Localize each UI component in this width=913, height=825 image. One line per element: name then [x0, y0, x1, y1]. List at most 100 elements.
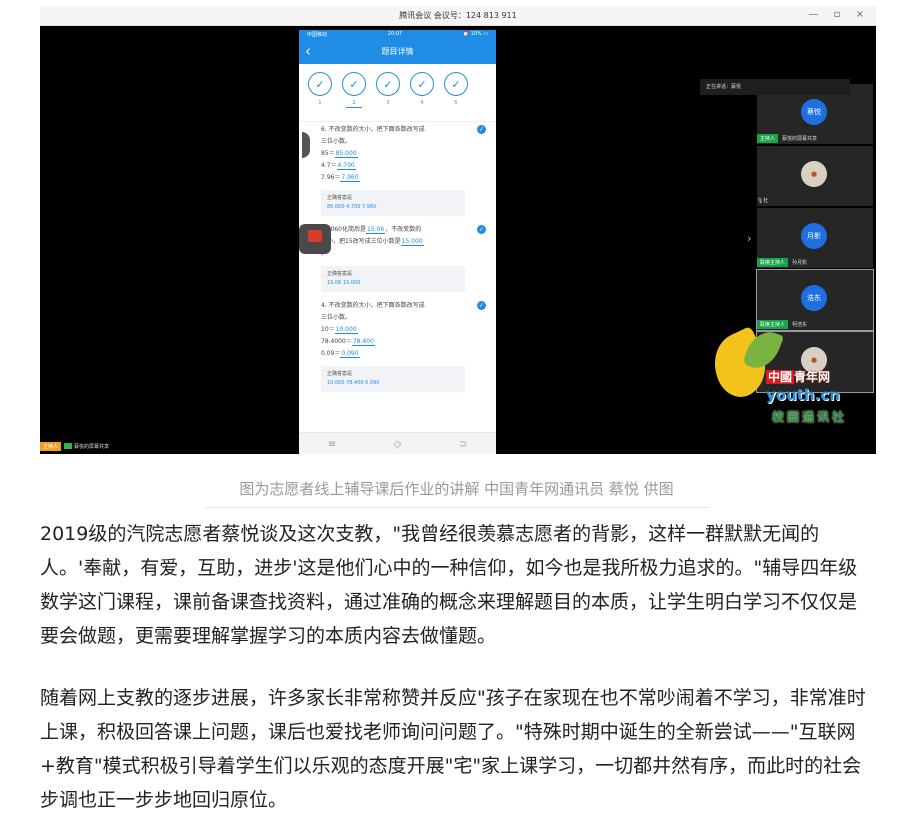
- question-item: ✓ 15.060化简后是15.06，不改变数的 大小，把15改写成三位小数是15.0…: [321, 224, 486, 292]
- avatar: 浩东: [801, 285, 827, 311]
- participant-tile[interactable]: ● 🎙 杜: [757, 146, 873, 206]
- answer-value: 85.000 4.700 7.960: [327, 204, 377, 210]
- question-text: 78.4000＝: [321, 338, 352, 345]
- answer-value: 15.06 15.000: [327, 280, 361, 286]
- step-item[interactable]: ✓ 1: [307, 72, 333, 121]
- watermark-url: youth.cn: [766, 386, 840, 404]
- step-number: 3: [386, 100, 390, 106]
- step-number: 4: [420, 100, 424, 106]
- caption-divider: [205, 507, 708, 508]
- participant-name: 蔡悦的屏幕共享: [782, 136, 818, 142]
- youth-cn-watermark: 中國 青年网 youth.cn 校园通讯社: [703, 324, 876, 434]
- window-titlebar: 腾讯会议 会议号：124 813 911 — ▫ ×: [40, 6, 876, 26]
- step-number: 1: [318, 100, 322, 106]
- question-list: ✓ 6. 不改变数的大小，把下面各数改写成 三位小数。 85＝85.000 4.7＝4.…: [299, 122, 496, 427]
- question-line: 大小，把15改写成三位小数是15.000: [321, 236, 470, 248]
- window-title: 腾讯会议 会议号：124 813 911: [399, 11, 517, 20]
- participant-label: 主持人 蔡悦的屏幕共享: [757, 133, 873, 144]
- question-text: ，不改变数的: [385, 226, 422, 233]
- answer-label: 正确答案是: [327, 371, 353, 377]
- question-line: 0.09＝0.090: [321, 348, 470, 360]
- step-item[interactable]: ✓ 4: [409, 72, 435, 121]
- question-text: 4.7＝: [321, 162, 337, 169]
- article-paragraph: 随着网上支教的逐步进展，许多家长非常称赞并反应"孩子在家现在也不常吵闹着不学习，…: [40, 687, 866, 811]
- question-line: 10＝10.000: [321, 324, 470, 336]
- share-label: 蔡悦的屏幕共享: [74, 443, 110, 450]
- role-badge: 联席主持人: [757, 258, 789, 267]
- question-text: 6. 不改变数的大小，把下面各数改写成: [321, 126, 425, 133]
- role-badge: 主持人: [40, 441, 62, 451]
- back-icon[interactable]: ⊃: [459, 439, 467, 450]
- question-text: 7.96＝: [321, 174, 341, 181]
- filled-answer: 15.06: [366, 226, 386, 234]
- correct-answer-box: 正确答案是 85.000 4.700 7.960: [321, 190, 465, 216]
- filled-answer: 10.000: [334, 326, 358, 334]
- article-paragraph: 2019级的汽院志愿者蔡悦谈及这次支教，"我曾经很羡慕志愿者的背影，这样一群默默…: [40, 523, 858, 647]
- app-header: ‹ 题目详情: [299, 40, 496, 64]
- check-icon: ✓: [410, 72, 434, 96]
- step-item[interactable]: ✓ 3: [375, 72, 401, 121]
- question-line: 6. 不改变数的大小，把下面各数改写成: [321, 124, 470, 136]
- step-number: 2: [346, 100, 362, 108]
- phone-status-bar: 中国移动 20:07 ⏰ 10% ▭: [299, 30, 496, 40]
- participant-label: 联席主持人 孙月影: [757, 257, 873, 268]
- check-icon: ✓: [444, 72, 468, 96]
- side-handle[interactable]: [302, 132, 310, 158]
- question-item: ✓ 4. 不改变数的大小，把下面各数改写成 三位小数。 10＝10.000 78.400…: [321, 300, 486, 392]
- filled-answer: 4.700: [336, 162, 356, 170]
- image-caption: 图为志愿者线上辅导课后作业的讲解 中国青年网通讯员 蔡悦 供图: [239, 480, 674, 498]
- filled-answer: 15.000: [400, 238, 424, 246]
- floating-record-widget[interactable]: [299, 224, 331, 254]
- step-item-active[interactable]: ✓ 2: [341, 72, 367, 121]
- correct-check-icon: ✓: [477, 225, 486, 234]
- question-text: 85＝: [321, 150, 335, 157]
- avatar-photo: ●: [801, 161, 827, 187]
- step-item[interactable]: ✓ 5: [443, 72, 469, 121]
- question-step-bar: ✓ 1 ✓ 2 ✓ 3 ✓ 4 ✓ 5: [299, 64, 496, 122]
- filled-answer: 78.400: [351, 338, 375, 346]
- question-line: 85＝85.000: [321, 148, 470, 160]
- filled-answer: 85.000: [334, 150, 358, 158]
- expand-chevron-icon[interactable]: ›: [747, 232, 751, 245]
- window-controls[interactable]: — ▫ ×: [808, 9, 870, 20]
- filled-answer: 0.090: [340, 350, 360, 358]
- meeting-screenshot: 腾讯会议 会议号：124 813 911 — ▫ × 中国移动 20:07 ⏰ …: [40, 6, 876, 454]
- participant-name: 孙月影: [792, 260, 808, 266]
- menu-icon[interactable]: ≡: [328, 439, 336, 450]
- page-title: 题目详情: [381, 47, 414, 56]
- question-line: 7.96＝7.960: [321, 172, 470, 184]
- participant-tile[interactable]: 浩东 联席主持人 柯浩东: [756, 269, 874, 331]
- question-line: 4. 不改变数的大小，把下面各数改写成: [321, 300, 470, 312]
- article-page: 腾讯会议 会议号：124 813 911 — ▫ × 中国移动 20:07 ⏰ …: [0, 0, 913, 825]
- question-line: 15.060化简后是15.06，不改变数的: [321, 224, 470, 236]
- question-item: ✓ 6. 不改变数的大小，把下面各数改写成 三位小数。 85＝85.000 4.7＝4.…: [321, 124, 486, 216]
- avatar: 月影: [801, 223, 827, 249]
- question-text: 4. 不改变数的大小，把下面各数改写成: [321, 302, 425, 309]
- home-icon[interactable]: ◇: [394, 439, 402, 450]
- question-line: 三位小数。: [321, 312, 470, 324]
- correct-check-icon: ✓: [477, 301, 486, 310]
- question-text: 0.09＝: [321, 350, 341, 357]
- participant-label: 🎙 杜: [757, 195, 873, 206]
- check-icon: ✓: [376, 72, 400, 96]
- participant-name: 杜: [763, 198, 769, 204]
- question-line: 。: [321, 248, 470, 260]
- correct-answer-box: 正确答案是 15.06 15.000: [321, 266, 465, 292]
- check-icon: ✓: [308, 72, 332, 96]
- correct-answer-box: 正确答案是 10.000 78.400 0.090: [321, 366, 465, 392]
- question-line: 78.4000＝78.400: [321, 336, 470, 348]
- record-icon: [308, 230, 322, 242]
- question-text: 三位小数。: [321, 314, 352, 321]
- participant-tile[interactable]: 月影 联席主持人 孙月影: [757, 208, 873, 268]
- role-badge: 主持人: [757, 134, 779, 143]
- question-text: 10＝: [321, 326, 335, 333]
- step-number: 5: [454, 100, 458, 106]
- screen-share-bar: 主持人 蔡悦的屏幕共享: [40, 440, 109, 452]
- share-icon: [64, 443, 73, 449]
- phone-nav-bar: ≡ ◇ ⊃: [299, 432, 496, 454]
- question-text: 大小，把15改写成三位小数是: [321, 238, 401, 245]
- check-icon: ✓: [342, 72, 366, 96]
- question-text: 三位小数。: [321, 138, 352, 145]
- answer-label: 正确答案是: [327, 195, 353, 201]
- watermark-school: 校园通讯社: [772, 410, 848, 424]
